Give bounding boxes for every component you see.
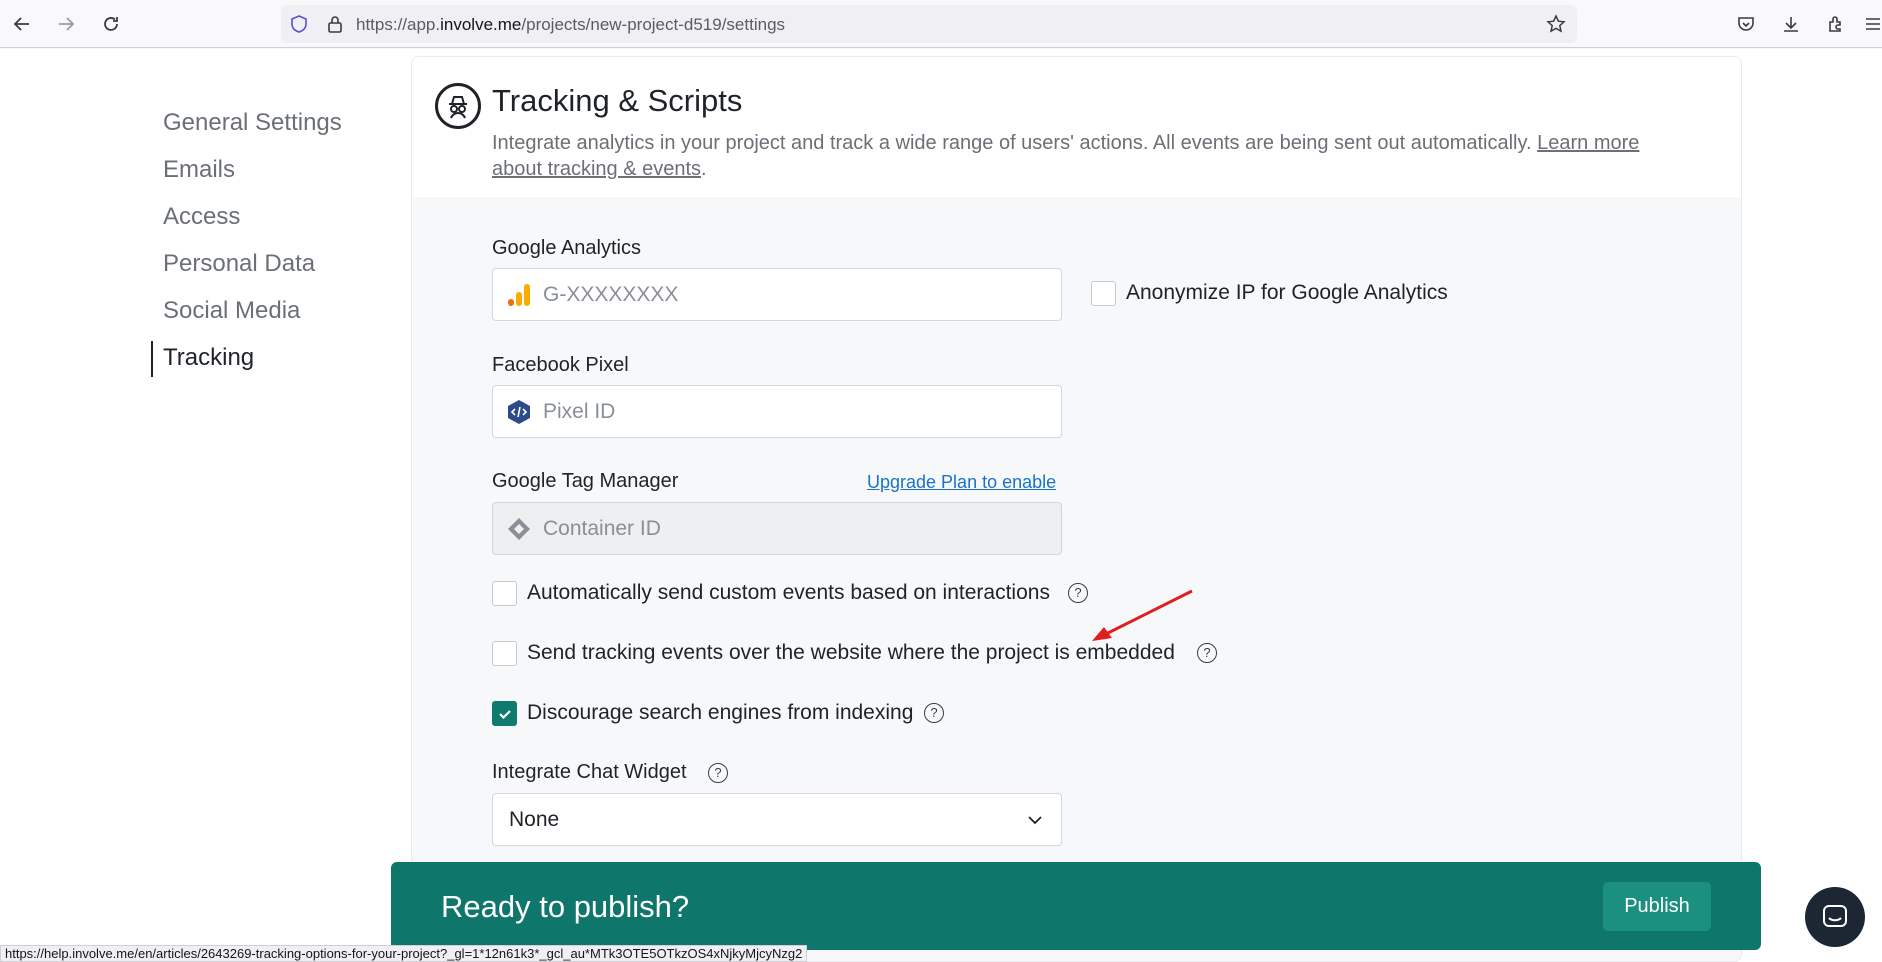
chat-widget-label: Integrate Chat Widget — [492, 761, 687, 783]
google-analytics-field[interactable] — [492, 268, 1062, 321]
sidebar-item-personal-data[interactable]: Personal Data — [150, 240, 400, 287]
tracking-events-label: Send tracking events over the website wh… — [527, 641, 1175, 664]
google-analytics-input[interactable] — [543, 269, 1043, 320]
facebook-pixel-field[interactable] — [492, 385, 1062, 438]
tracking-settings-card: Tracking & Scripts Integrate analytics i… — [411, 56, 1742, 962]
facebook-pixel-label: Facebook Pixel — [492, 354, 629, 376]
code-hexagon-icon — [508, 400, 530, 424]
page-title: Tracking & Scripts — [492, 83, 743, 118]
status-bar-url: https://help.involve.me/en/articles/2643… — [0, 945, 808, 962]
reload-icon[interactable] — [97, 10, 125, 38]
tag-manager-icon — [508, 518, 530, 540]
chat-launcher-button[interactable] — [1805, 887, 1865, 947]
forward-arrow-icon[interactable] — [52, 10, 80, 38]
discourage-indexing-checkbox[interactable] — [492, 701, 517, 726]
settings-sidebar: General Settings Emails Access Personal … — [150, 99, 400, 381]
description-text: Integrate analytics in your project and … — [492, 132, 1532, 154]
page-description: Integrate analytics in your project and … — [492, 130, 1692, 182]
url-path: /projects/new-project-d519/settings — [521, 15, 786, 34]
tracking-events-checkbox[interactable] — [492, 641, 517, 666]
google-analytics-icon — [508, 284, 530, 306]
publish-button[interactable]: Publish — [1603, 882, 1711, 931]
container-id-input — [543, 503, 1043, 554]
custom-events-help-icon[interactable]: ? — [1068, 583, 1088, 603]
url-text[interactable]: https://app.involve.me/projects/new-proj… — [356, 15, 785, 35]
anonymize-ip-checkbox[interactable] — [1091, 281, 1116, 306]
sidebar-item-general-settings[interactable]: General Settings — [150, 99, 400, 146]
extensions-icon[interactable] — [1822, 10, 1850, 38]
url-domain: involve.me — [440, 15, 522, 34]
checkmark-icon — [498, 709, 511, 719]
chat-icon — [1823, 905, 1847, 927]
pocket-icon[interactable] — [1732, 10, 1760, 38]
anonymize-ip-label: Anonymize IP for Google Analytics — [1126, 281, 1448, 304]
publish-bar: Ready to publish? Publish — [391, 862, 1761, 950]
spy-icon — [435, 83, 481, 129]
tracking-events-help-icon[interactable]: ? — [1197, 643, 1217, 663]
google-tag-manager-field — [492, 502, 1062, 555]
publish-prompt: Ready to publish? — [441, 889, 690, 924]
description-period: . — [701, 158, 707, 180]
menu-icon[interactable] — [1862, 10, 1882, 38]
lock-icon[interactable] — [325, 14, 345, 34]
sidebar-item-tracking[interactable]: Tracking — [150, 334, 400, 381]
google-tag-manager-label: Google Tag Manager — [492, 470, 679, 492]
discourage-indexing-help-icon[interactable]: ? — [924, 703, 944, 723]
back-arrow-icon[interactable] — [8, 10, 36, 38]
chevron-down-icon — [1028, 816, 1042, 825]
browser-toolbar: https://app.involve.me/projects/new-proj… — [0, 0, 1882, 48]
card-header: Tracking & Scripts Integrate analytics i… — [412, 57, 1741, 197]
download-icon[interactable] — [1777, 10, 1805, 38]
url-bar[interactable]: https://app.involve.me/projects/new-proj… — [281, 5, 1577, 43]
chat-widget-select[interactable]: None — [492, 793, 1062, 846]
facebook-pixel-input[interactable] — [543, 386, 1043, 437]
chat-widget-help-icon[interactable]: ? — [708, 763, 728, 783]
bookmark-star-icon[interactable] — [1546, 14, 1566, 34]
sidebar-item-access[interactable]: Access — [150, 193, 400, 240]
sidebar-item-emails[interactable]: Emails — [150, 146, 400, 193]
upgrade-plan-link[interactable]: Upgrade Plan to enable — [867, 472, 1056, 493]
shield-icon[interactable] — [289, 14, 309, 34]
chat-widget-selected: None — [509, 808, 560, 831]
discourage-indexing-label: Discourage search engines from indexing — [527, 701, 914, 724]
page-content: General Settings Emails Access Personal … — [0, 49, 1882, 962]
custom-events-checkbox[interactable] — [492, 581, 517, 606]
google-analytics-label: Google Analytics — [492, 237, 641, 259]
url-prefix: https://app. — [356, 15, 441, 34]
sidebar-item-social-media[interactable]: Social Media — [150, 287, 400, 334]
custom-events-label: Automatically send custom events based o… — [527, 581, 1050, 604]
